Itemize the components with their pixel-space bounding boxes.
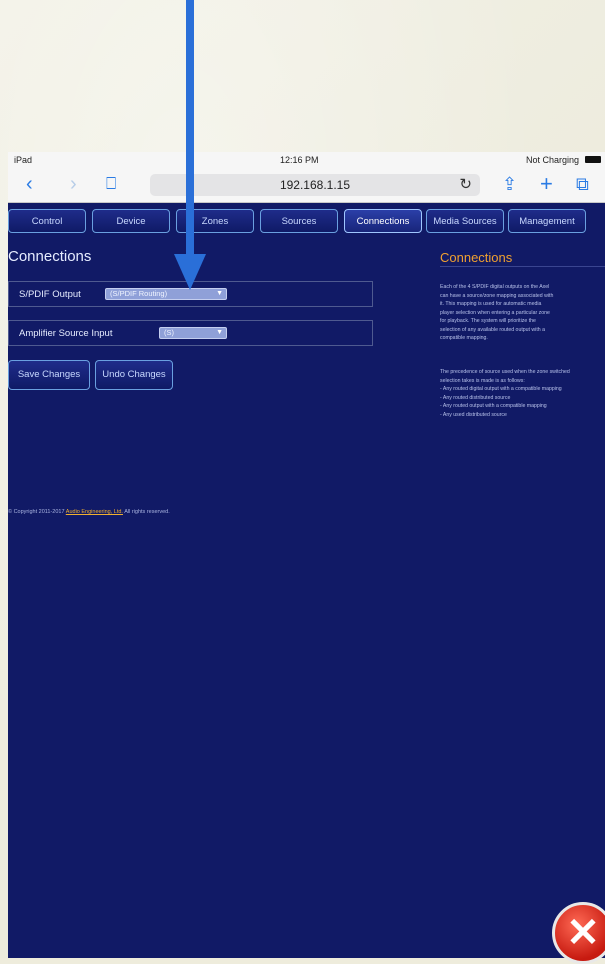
help-line: compatible mapping.: [440, 335, 488, 341]
annotation-arrow-head: [174, 254, 206, 290]
help-line: for playback. The system will prioritize…: [440, 318, 536, 324]
amplifier-source-select[interactable]: (S) ▼: [159, 327, 227, 339]
copyright-suffix: All rights reserved.: [124, 509, 170, 515]
help-line: The precedence of source used when the z…: [440, 369, 570, 375]
tab-management[interactable]: Management: [508, 209, 586, 233]
help-line: can have a source/zone mapping associate…: [440, 292, 554, 299]
status-bar: iPad 12:16 PM Not Charging: [8, 152, 605, 168]
amplifier-source-label: Amplifier Source Input: [19, 328, 113, 339]
new-tab-icon[interactable]: +: [540, 173, 553, 195]
help-line: selection takes is made is as follows:: [440, 377, 525, 384]
address-bar[interactable]: 192.168.1.15 ↻: [150, 174, 480, 196]
web-page: Control Device Zones Sources Connections…: [8, 203, 605, 958]
copyright-text: © Copyright 2011-2017 Audio Engineering,…: [8, 509, 170, 515]
tab-control[interactable]: Control: [8, 209, 86, 233]
nav-tabs: Control Device Zones Sources Connections…: [8, 209, 605, 235]
device-name: iPad: [14, 155, 33, 165]
copyright-prefix: © Copyright 2011-2017: [8, 509, 65, 515]
clock: 12:16 PM: [280, 155, 319, 165]
help-line: Each of the 4 S/PDIF digital outputs on …: [440, 284, 550, 290]
tabs-icon[interactable]: ⧉: [576, 174, 589, 194]
share-icon[interactable]: ⇪: [502, 174, 517, 194]
tab-device[interactable]: Device: [92, 209, 170, 233]
help-line: - Any routed digital output with a compa…: [440, 386, 562, 392]
chevron-down-icon: ▼: [216, 329, 223, 336]
amplifier-source-value: (S): [164, 328, 174, 337]
spdif-output-select[interactable]: (S/PDIF Routing) ▼: [105, 288, 227, 300]
tab-sources[interactable]: Sources: [260, 209, 338, 233]
company-link[interactable]: Audio Engineering, Ltd.: [66, 509, 123, 515]
tab-connections[interactable]: Connections: [344, 209, 422, 233]
chevron-down-icon: ▼: [216, 290, 223, 297]
page-title: Connections: [8, 248, 92, 265]
annotation-arrow-shaft: [186, 0, 194, 256]
ipad-screen: iPad 12:16 PM Not Charging ‹ › ⎕ 192.168…: [8, 152, 605, 958]
help-title: Connections: [440, 250, 513, 265]
save-changes-button[interactable]: Save Changes: [8, 360, 90, 390]
bookmarks-icon[interactable]: ⎕: [106, 174, 116, 194]
battery-icon: [585, 156, 601, 163]
amplifier-source-row: Amplifier Source Input (S) ▼: [8, 320, 373, 346]
help-line: it. This mapping is used for automatic m…: [440, 301, 542, 307]
help-line: - Any used distributed source: [440, 411, 507, 418]
tab-media-sources[interactable]: Media Sources: [426, 209, 504, 233]
help-line: selection of any available routed output…: [440, 326, 545, 333]
url-text: 192.168.1.15: [279, 178, 351, 192]
help-line: player selection when entering a particu…: [440, 309, 550, 316]
undo-changes-button[interactable]: Undo Changes: [95, 360, 173, 390]
help-line: - Any routed distributed source: [440, 394, 511, 401]
reload-icon[interactable]: ↻: [459, 175, 472, 193]
forward-icon[interactable]: ›: [70, 174, 77, 194]
help-paragraph-2: The precedence of source used when the z…: [440, 368, 605, 419]
battery-status: Not Charging: [525, 155, 579, 165]
back-icon[interactable]: ‹: [26, 174, 33, 194]
spdif-output-label: S/PDIF Output: [19, 289, 81, 300]
help-divider: [440, 266, 605, 267]
help-paragraph-1: Each of the 4 S/PDIF digital outputs on …: [440, 283, 605, 343]
close-icon[interactable]: ✕: [552, 902, 605, 964]
spdif-output-value: (S/PDIF Routing): [110, 289, 168, 298]
browser-toolbar: ‹ › ⎕ 192.168.1.15 ↻ ⇪ + ⧉: [8, 168, 605, 203]
help-line: - Any routed output with a compatible ma…: [440, 403, 547, 409]
